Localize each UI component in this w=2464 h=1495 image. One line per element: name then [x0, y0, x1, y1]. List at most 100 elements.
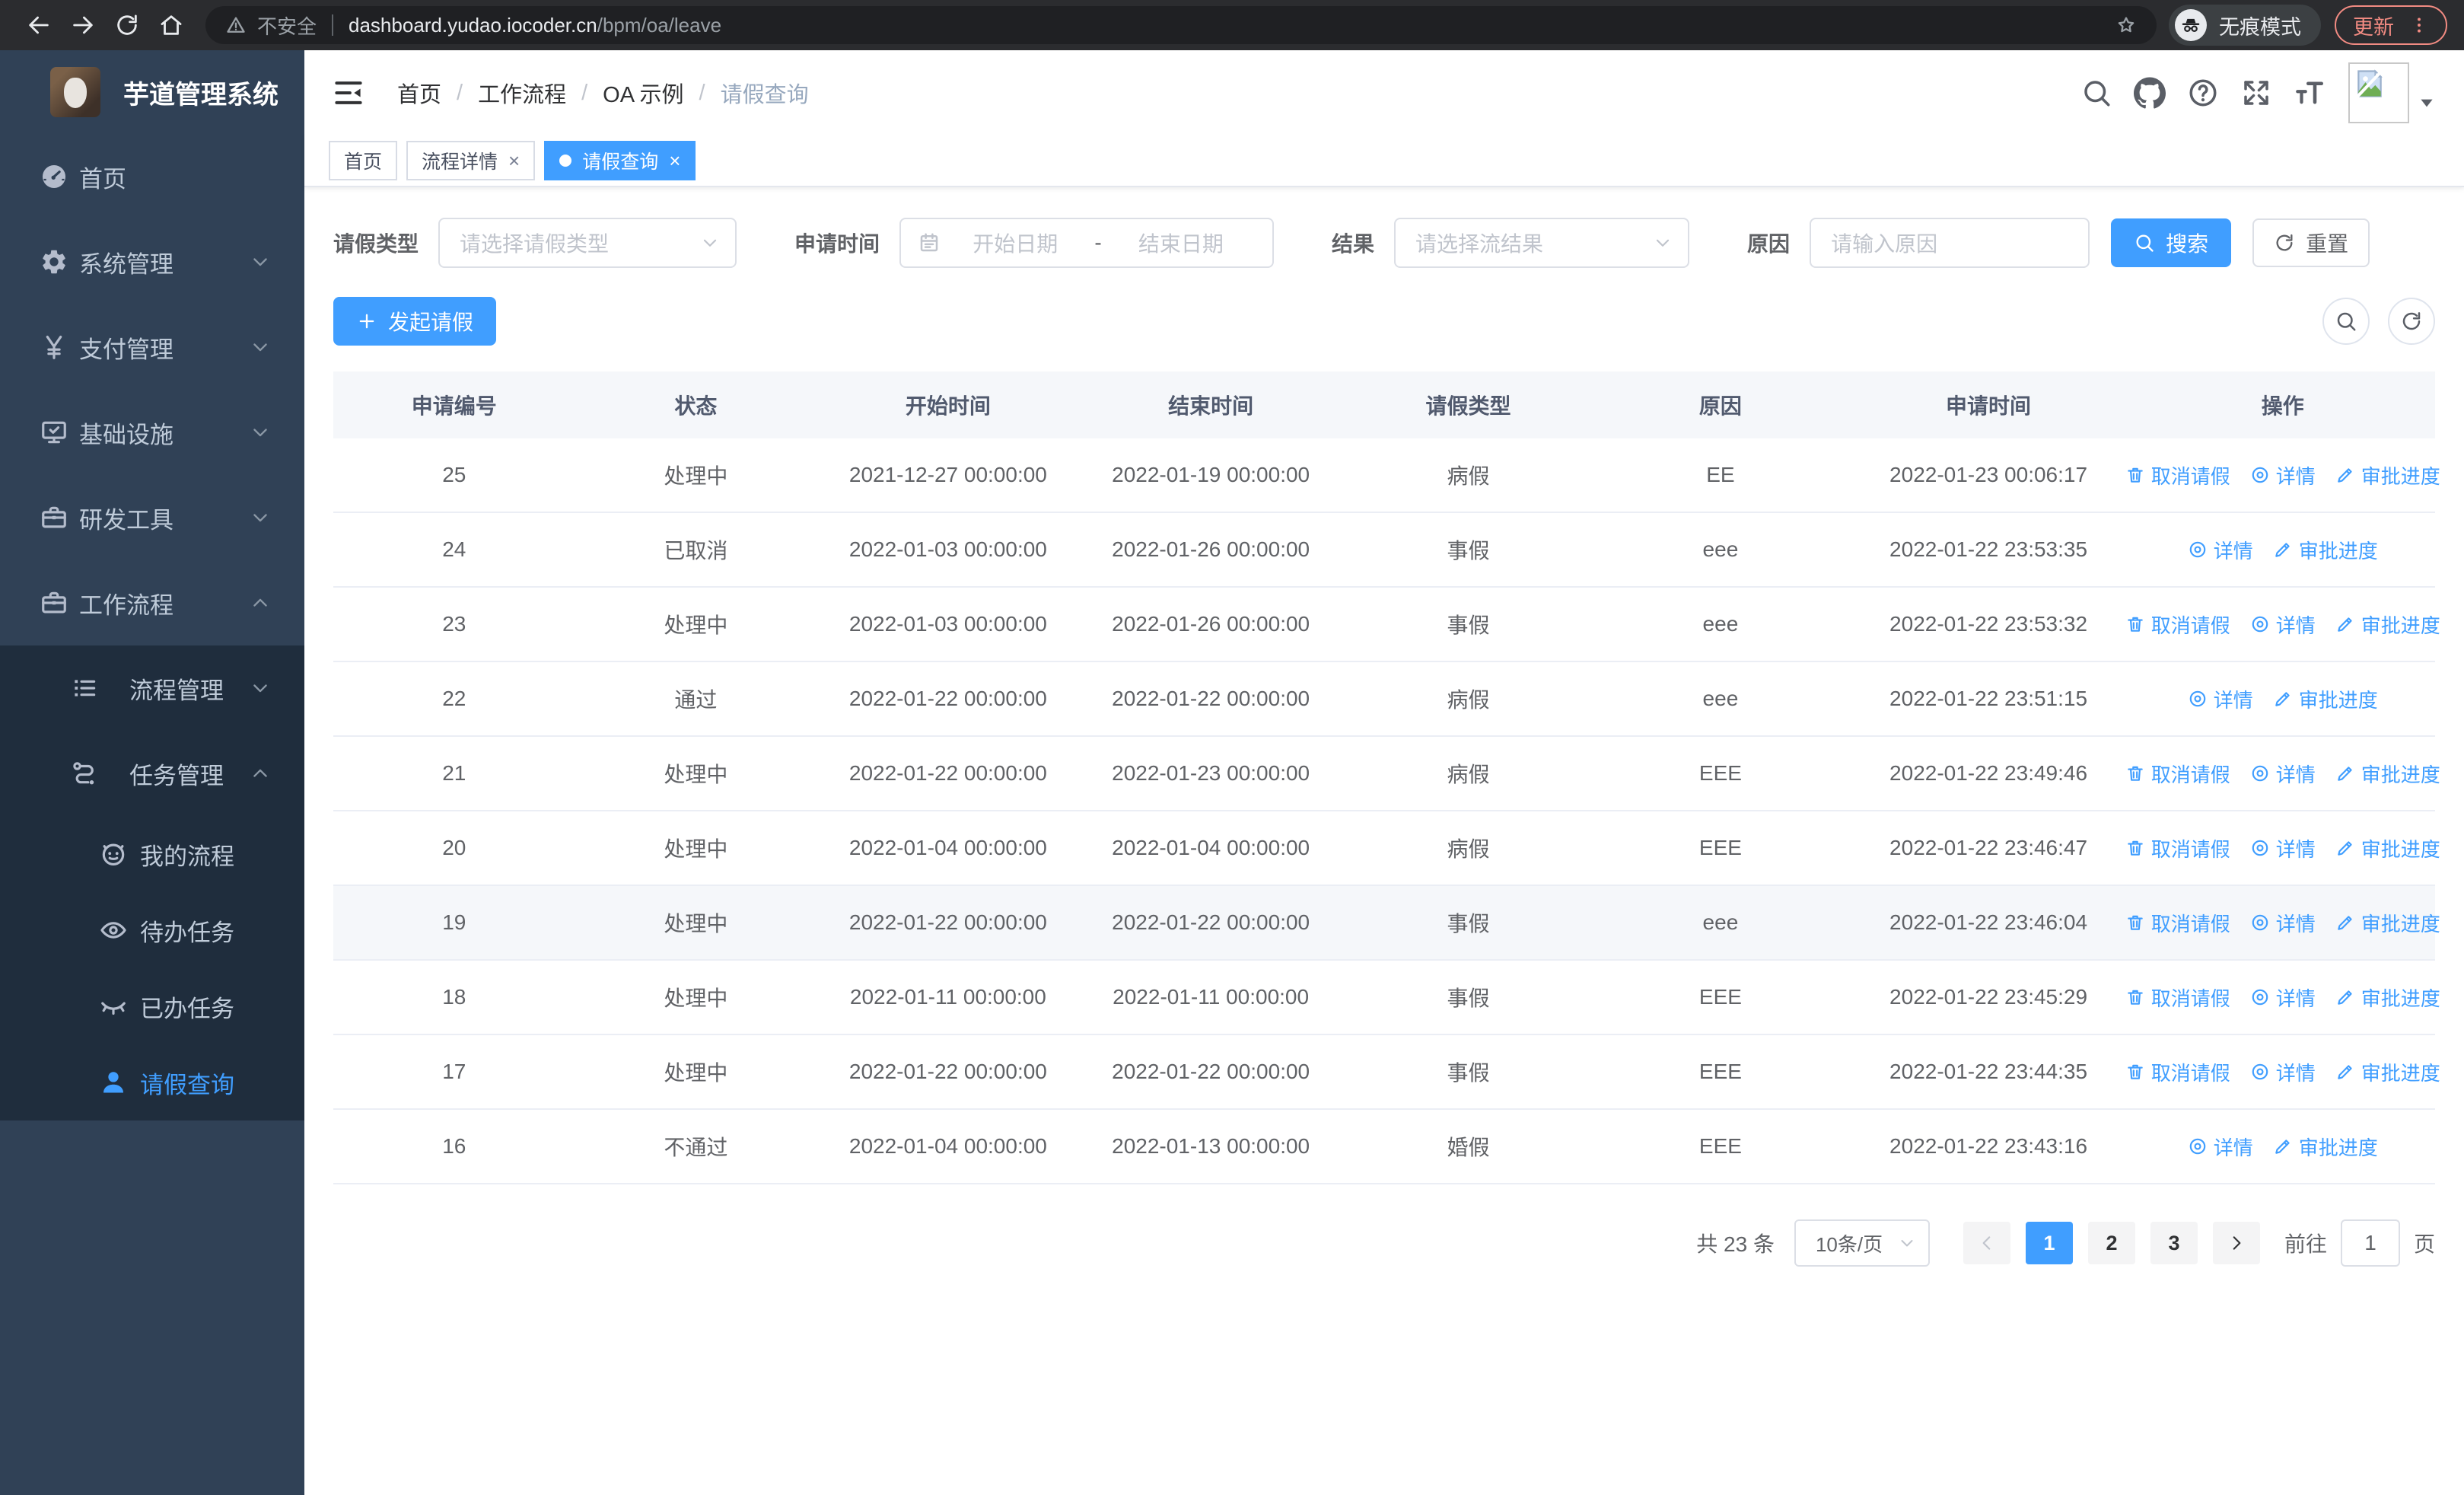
page-size-select[interactable]: 10条/页 [1794, 1219, 1930, 1267]
cell-id: 24 [442, 537, 466, 561]
cell-type: 病假 [1447, 688, 1490, 712]
sidebar-item-工作流程[interactable]: 工作流程 [0, 560, 304, 645]
cell-status: 处理中 [664, 987, 728, 1010]
action-detail-link[interactable]: 详情 [2188, 536, 2253, 564]
next-page-button[interactable] [2212, 1222, 2260, 1264]
cell-start: 2022-01-22 00:00:00 [848, 687, 1047, 710]
sidebar-item-流程管理[interactable]: 流程管理 [0, 645, 304, 731]
action-progress-link[interactable]: 审批进度 [2273, 536, 2378, 564]
sidebar-item-待办任务[interactable]: 待办任务 [0, 892, 304, 968]
action-detail-link[interactable]: 详情 [2250, 760, 2316, 788]
page-button-1[interactable]: 1 [2025, 1222, 2073, 1264]
cell-start: 2022-01-11 00:00:00 [849, 985, 1046, 1009]
prev-page-button[interactable] [1963, 1222, 2010, 1264]
sidebar-item-研发工具[interactable]: 研发工具 [0, 475, 304, 560]
cell-actions: 详情 审批进度 [2130, 536, 2434, 564]
action-detail-link[interactable]: 详情 [2250, 834, 2316, 862]
sidebar-item-系统管理[interactable]: 系统管理 [0, 219, 304, 304]
browser-forward-button[interactable] [61, 5, 105, 46]
action-detail-link[interactable]: 详情 [2250, 461, 2316, 489]
sidebar-item-请假查询[interactable]: 请假查询 [0, 1044, 304, 1120]
github-icon[interactable] [2134, 77, 2166, 109]
action-progress-link[interactable]: 审批进度 [2273, 1133, 2378, 1161]
action-progress-link[interactable]: 审批进度 [2335, 760, 2440, 788]
action-progress-link[interactable]: 审批进度 [2335, 461, 2440, 489]
tab-process-detail[interactable]: 流程详情 × [406, 141, 536, 180]
action-detail-link[interactable]: 详情 [2250, 983, 2316, 1012]
action-progress-link[interactable]: 审批进度 [2335, 1058, 2440, 1086]
action-cancel-link[interactable]: 取消请假 [2125, 983, 2230, 1012]
update-label[interactable]: 更新 [2353, 11, 2394, 40]
header-search-icon[interactable] [2080, 77, 2112, 109]
font-size-icon[interactable] [2294, 77, 2326, 109]
page-button-3[interactable]: 3 [2150, 1222, 2198, 1264]
browser-back-button[interactable] [17, 5, 61, 46]
action-detail-link[interactable]: 详情 [2250, 610, 2316, 639]
breadcrumb-oa[interactable]: OA 示例 [603, 77, 683, 109]
user-avatar[interactable] [2348, 62, 2409, 123]
action-cancel-link[interactable]: 取消请假 [2125, 1058, 2230, 1086]
app-logo-row[interactable]: 芋道管理系统 [0, 50, 304, 134]
sidebar-item-已办任务[interactable]: 已办任务 [0, 968, 304, 1044]
tab-leave-query[interactable]: 请假查询 × [544, 141, 696, 180]
goto-page-input[interactable]: 1 [2340, 1219, 2400, 1267]
action-cancel-link[interactable]: 取消请假 [2125, 760, 2230, 788]
refresh-table-button[interactable] [2388, 298, 2435, 345]
reason-input[interactable]: 请输入原因 [1810, 218, 2090, 268]
result-select[interactable]: 请选择流结果 [1394, 218, 1690, 268]
browser-refresh-button[interactable] [105, 5, 149, 46]
tab-home[interactable]: 首页 [329, 141, 398, 180]
sidebar-item-我的流程[interactable]: 我的流程 [0, 816, 304, 892]
apply-time-range-picker[interactable]: 开始日期 - 结束日期 [899, 218, 1275, 268]
cell-type: 婚假 [1447, 1136, 1490, 1159]
avatar-caret-down-icon[interactable] [2417, 93, 2437, 113]
cell-apply: 2022-01-22 23:49:46 [1889, 761, 2088, 785]
toolbox-icon [40, 503, 68, 532]
sidebar-item-首页[interactable]: 首页 [0, 134, 304, 219]
browser-home-button[interactable] [149, 5, 193, 46]
show-search-button[interactable] [2322, 298, 2370, 345]
page-button-2[interactable]: 2 [2087, 1222, 2135, 1264]
leave-type-select[interactable]: 请选择请假类型 [438, 218, 737, 268]
address-bar[interactable]: 不安全 dashboard.yudao.iocoder.cn/bpm/oa/le… [205, 6, 2157, 44]
security-label[interactable]: 不安全 [257, 11, 317, 40]
action-progress-link[interactable]: 审批进度 [2335, 983, 2440, 1012]
help-icon[interactable] [2187, 77, 2219, 109]
trash-icon [2125, 1062, 2145, 1082]
cell-apply: 2022-01-22 23:44:35 [1889, 1060, 2088, 1083]
search-button[interactable]: 搜索 [2111, 218, 2232, 267]
action-cancel-link[interactable]: 取消请假 [2125, 834, 2230, 862]
close-icon[interactable]: × [508, 151, 520, 171]
breadcrumb-workflow[interactable]: 工作流程 [478, 77, 566, 109]
search-icon [2335, 310, 2357, 333]
action-progress-link[interactable]: 审批进度 [2335, 610, 2440, 639]
action-detail-link[interactable]: 详情 [2250, 909, 2316, 937]
action-cancel-link[interactable]: 取消请假 [2125, 610, 2230, 639]
action-detail-link[interactable]: 详情 [2250, 1058, 2316, 1086]
action-detail-link[interactable]: 详情 [2188, 685, 2253, 713]
sidebar-item-基础设施[interactable]: 基础设施 [0, 390, 304, 475]
action-progress-link[interactable]: 审批进度 [2335, 834, 2440, 862]
fullscreen-icon[interactable] [2240, 77, 2272, 109]
action-cancel-link[interactable]: 取消请假 [2125, 909, 2230, 937]
action-detail-link[interactable]: 详情 [2188, 1133, 2253, 1161]
cell-reason: EEE [1698, 761, 1742, 785]
table-row-19: 19 处理中 2022-01-22 00:00:00 2022-01-22 00:00… [333, 886, 2440, 961]
close-icon[interactable]: × [669, 151, 680, 171]
reset-button[interactable]: 重置 [2252, 218, 2370, 267]
bookmark-star-icon[interactable] [2115, 14, 2137, 36]
action-progress-link[interactable]: 审批进度 [2335, 909, 2440, 937]
breadcrumb-home[interactable]: 首页 [397, 77, 441, 109]
browser-update-button[interactable]: 更新 [2335, 5, 2447, 45]
start-date-input[interactable]: 开始日期 [941, 228, 1090, 258]
sidebar-collapse-icon[interactable] [332, 76, 365, 110]
kebab-menu-icon[interactable] [2409, 15, 2429, 35]
cell-reason: EE [1706, 463, 1735, 486]
sidebar-item-任务管理[interactable]: 任务管理 [0, 731, 304, 816]
end-date-input[interactable]: 结束日期 [1106, 228, 1256, 258]
sidebar-item-支付管理[interactable]: 支付管理 [0, 304, 304, 390]
action-cancel-link[interactable]: 取消请假 [2125, 461, 2230, 489]
view-icon [2188, 689, 2208, 709]
action-progress-link[interactable]: 审批进度 [2273, 685, 2378, 713]
create-leave-button[interactable]: 发起请假 [333, 297, 497, 346]
